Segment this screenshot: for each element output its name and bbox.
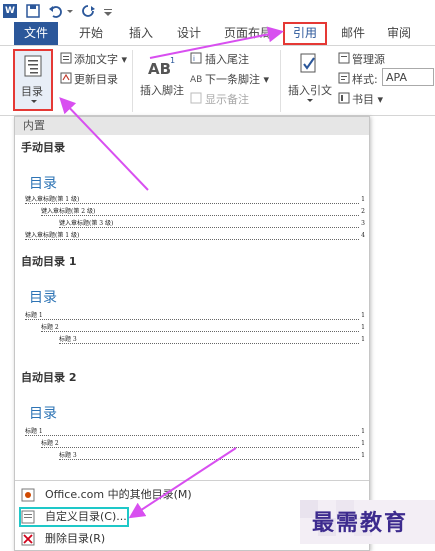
tab-references[interactable]: 引用: [283, 22, 327, 45]
next-footnote-button[interactable]: 下一条脚注 ▾: [205, 71, 269, 87]
add-text-icon: [60, 52, 72, 64]
style-select[interactable]: APA: [382, 68, 434, 86]
ribbon-tabs: 文件 开始 插入 设计 页面布局 引用 邮件 审阅: [0, 22, 435, 46]
tab-review[interactable]: 审阅: [382, 22, 416, 45]
toc-entry-line: 标题 21: [41, 324, 365, 332]
ribbon-body: 目录 添加文字 ▾ 更新目录 AB 1 插入脚注 i 插入尾注 AB 下一条脚注…: [0, 46, 435, 129]
tab-design[interactable]: 设计: [172, 22, 206, 45]
ab-footnote-icon: AB: [148, 60, 172, 78]
chevron-down-icon: [31, 100, 37, 103]
gallery-section-header: 内置: [15, 117, 369, 135]
tab-insert[interactable]: 插入: [124, 22, 158, 45]
add-text-button[interactable]: 添加文字 ▾: [74, 51, 127, 67]
toc-entry-line: 标题 31: [59, 336, 365, 344]
undo-icon[interactable]: [48, 4, 64, 18]
show-notes-button[interactable]: 显示备注: [205, 91, 249, 107]
footnote-superscript-icon: 1: [170, 56, 176, 65]
tab-mailings[interactable]: 邮件: [336, 22, 370, 45]
manual-toc-title: 手动目录: [21, 141, 65, 154]
tab-page-layout[interactable]: 页面布局: [220, 22, 276, 45]
auto-toc-2-title: 自动目录 2: [21, 371, 77, 384]
title-bar: W: [0, 0, 435, 22]
manage-sources-button[interactable]: 管理源: [352, 51, 385, 67]
svg-text:i: i: [193, 55, 195, 63]
auto-toc-1-preview[interactable]: 目录 标题 11 标题 21 标题 31: [19, 271, 365, 357]
more-office-toc-label: Office.com 中的其他目录(M): [45, 488, 192, 501]
toc-entry-line: 键入章标题(第 3 级) 3: [59, 220, 365, 228]
office-com-icon: [21, 488, 35, 502]
insert-citation-icon: [300, 53, 316, 73]
toc-entry-line: 标题 31: [59, 452, 365, 460]
word-logo-icon: W: [3, 4, 17, 18]
remove-toc-label: 删除目录(R): [45, 532, 106, 545]
group-separator: [280, 50, 281, 112]
show-notes-icon: [190, 92, 202, 104]
insert-endnote-icon: i: [190, 52, 202, 64]
toc-entry-line: 标题 11: [25, 312, 365, 320]
toc-icon: [24, 55, 42, 77]
insert-footnote-button[interactable]: 插入脚注: [140, 82, 184, 98]
bibliography-icon: [338, 92, 350, 104]
bibliography-button[interactable]: 书目 ▾: [352, 91, 383, 107]
auto-toc-1-heading: 目录: [29, 290, 57, 306]
custom-toc-icon: [21, 510, 35, 524]
toc-button-label: 目录: [21, 85, 43, 98]
group-separator: [132, 50, 133, 112]
toc-entry-line: 键入章标题(第 1 级) 1: [25, 196, 365, 204]
undo-dropdown-icon[interactable]: [66, 4, 74, 18]
auto-toc-2-heading: 目录: [29, 406, 57, 422]
tab-home[interactable]: 开始: [74, 22, 108, 45]
style-label: 样式:: [352, 73, 378, 86]
manual-toc-preview[interactable]: 目录 键入章标题(第 1 级) 1 键入章标题(第 2 级) 2 键入章标题(第 3…: [19, 157, 365, 243]
chevron-down-icon: [307, 99, 313, 102]
update-toc-button[interactable]: 更新目录: [74, 71, 118, 87]
svg-text:AB: AB: [190, 75, 202, 84]
custom-toc-item[interactable]: 自定义目录(C)...: [19, 507, 129, 527]
auto-toc-2-preview[interactable]: 目录 标题 11 标题 21 标题 31: [19, 387, 365, 473]
remove-toc-icon: [21, 532, 35, 546]
tab-file[interactable]: 文件: [14, 22, 58, 45]
manual-toc-heading: 目录: [29, 176, 57, 192]
save-icon[interactable]: [26, 4, 40, 18]
redo-icon[interactable]: [80, 4, 96, 18]
style-select-value: APA: [386, 71, 407, 84]
manage-sources-icon: [338, 52, 350, 64]
insert-endnote-button[interactable]: 插入尾注: [205, 51, 249, 67]
toc-gallery-dropdown: 内置 手动目录 目录 键入章标题(第 1 级) 1 键入章标题(第 2 级) 2 键…: [14, 116, 370, 551]
add-text-label: 添加文字: [74, 53, 118, 66]
customize-quick-access-icon[interactable]: [103, 4, 113, 18]
custom-toc-label: 自定义目录(C)...: [45, 510, 127, 523]
toc-button[interactable]: 目录: [13, 49, 53, 111]
toc-entry-line: 标题 21: [41, 440, 365, 448]
style-icon: [338, 72, 350, 84]
bibliography-label: 书目: [352, 93, 374, 106]
update-toc-icon: [60, 72, 72, 84]
next-footnote-label: 下一条脚注: [205, 73, 260, 86]
watermark-text: 最需教育: [312, 510, 409, 536]
next-footnote-icon: AB: [190, 75, 202, 84]
toc-entry-line: 键入章标题(第 1 级) 4: [25, 232, 365, 240]
auto-toc-1-title: 自动目录 1: [21, 255, 77, 268]
insert-citation-button[interactable]: 插入引文: [288, 82, 332, 98]
document-background: [370, 116, 435, 551]
toc-entry-line: 标题 11: [25, 428, 365, 436]
toc-entry-line: 键入章标题(第 2 级) 2: [41, 208, 365, 216]
